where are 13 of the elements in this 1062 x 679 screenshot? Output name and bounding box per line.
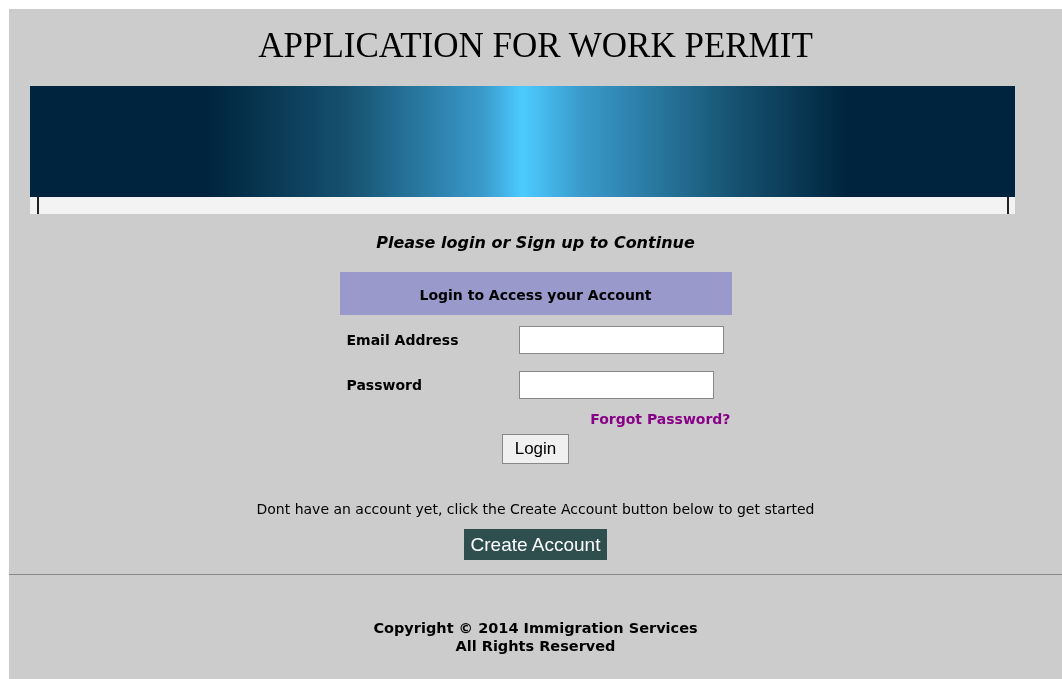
login-prompt: Please login or Sign up to Continue xyxy=(375,233,696,253)
password-field[interactable] xyxy=(518,371,714,399)
copyright-text: Copyright © 2014 Immigration Services xyxy=(372,619,699,637)
rights-text: All Rights Reserved xyxy=(454,637,617,655)
login-button[interactable]: Login xyxy=(501,434,570,464)
page-title: APPLICATION FOR WORK PERMIT xyxy=(257,25,814,65)
forgot-password-link[interactable]: Forgot Password? xyxy=(590,411,731,427)
form-header: Login to Access your Account xyxy=(339,272,732,315)
field-label: Password xyxy=(345,377,423,393)
create-account-button[interactable]: Create Account xyxy=(463,529,608,560)
signup-hint: Dont have an account yet, click the Create Account button below to get started xyxy=(255,501,816,517)
email-field[interactable] xyxy=(518,326,724,354)
field-label: Email Address xyxy=(345,332,460,348)
